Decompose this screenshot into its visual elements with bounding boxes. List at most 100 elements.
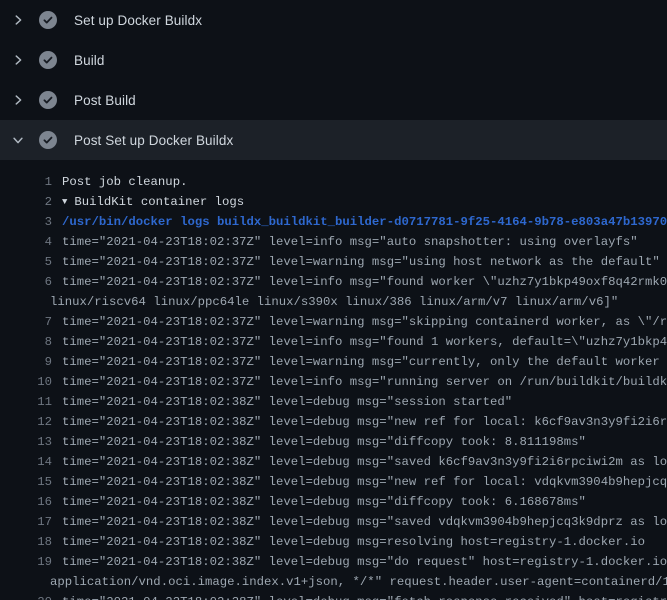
log-text: time="2021-04-23T18:02:38Z" level=debug … [62,555,667,569]
log-text: time="2021-04-23T18:02:37Z" level=info m… [62,335,667,349]
log-text-content: application/vnd.oci.image.index.v1+json,… [50,575,667,589]
log-text: time="2021-04-23T18:02:38Z" level=debug … [62,475,667,489]
line-number[interactable]: 11 [0,392,52,412]
log-text-content: time="2021-04-23T18:02:38Z" level=debug … [62,495,586,509]
log-line: 15 time="2021-04-23T18:02:38Z" level=debu… [0,472,667,492]
step-label: Build [74,53,105,68]
log-line: 13 time="2021-04-23T18:02:38Z" level=debu… [0,432,667,452]
log-line: 9 time="2021-04-23T18:02:37Z" level=warni… [0,352,667,372]
log-text: time="2021-04-23T18:02:38Z" level=debug … [62,535,645,549]
check-circle-icon [39,91,57,109]
line-number[interactable]: 9 [0,352,52,372]
line-number[interactable]: 18 [0,532,52,552]
log-text-content: time="2021-04-23T18:02:38Z" level=debug … [62,435,586,449]
log-text: time="2021-04-23T18:02:37Z" level=info m… [62,275,667,289]
log-line: 12 time="2021-04-23T18:02:38Z" level=debu… [0,412,667,432]
line-number[interactable]: 6 [0,272,52,292]
line-number[interactable]: 13 [0,432,52,452]
log-text: time="2021-04-23T18:02:38Z" level=debug … [62,495,586,509]
line-number[interactable]: 12 [0,412,52,432]
chevron-right-icon[interactable] [10,12,26,28]
log-text-content: linux/riscv64 linux/ppc64le linux/s390x … [50,295,618,309]
line-number[interactable]: 10 [0,372,52,392]
log-text: time="2021-04-23T18:02:37Z" level=warnin… [62,355,667,369]
log-text-content: time="2021-04-23T18:02:38Z" level=debug … [62,555,667,569]
step-row[interactable]: Set up Docker Buildx [0,0,667,40]
log-text: time="2021-04-23T18:02:37Z" level=info m… [62,375,667,389]
check-circle-icon [39,131,57,149]
log-text: linux/riscv64 linux/ppc64le linux/s390x … [50,295,618,309]
log-group-collapse-icon[interactable]: ▼ [62,192,67,212]
chevron-down-icon[interactable] [10,132,26,148]
actions-log-viewer: Set up Docker Buildx Build Post Build Post … [0,0,667,600]
log-line: 20 time="2021-04-23T18:02:38Z" level=debu… [0,592,667,600]
log-text-content: time="2021-04-23T18:02:38Z" level=debug … [62,455,667,469]
log-text-content: time="2021-04-23T18:02:38Z" level=debug … [62,595,667,600]
line-number[interactable]: 20 [0,592,52,600]
step-row[interactable]: Post Set up Docker Buildx [0,120,667,160]
log-text-content: time="2021-04-23T18:02:38Z" level=debug … [62,395,512,409]
log-text: ▼ BuildKit container logs [62,195,244,209]
step-label: Post Set up Docker Buildx [74,133,233,148]
line-number[interactable]: 14 [0,452,52,472]
log-line: 2 ▼ BuildKit container logs [0,192,667,212]
line-number[interactable]: 4 [0,232,52,252]
step-row[interactable]: Build [0,40,667,80]
log-line: 17 time="2021-04-23T18:02:38Z" level=debu… [0,512,667,532]
log-text: /usr/bin/docker logs buildx_buildkit_bui… [62,215,667,229]
log-text: time="2021-04-23T18:02:37Z" level=info m… [62,235,638,249]
line-number[interactable]: 15 [0,472,52,492]
log-text: time="2021-04-23T18:02:38Z" level=debug … [62,595,667,600]
log-text: time="2021-04-23T18:02:38Z" level=debug … [62,395,512,409]
log-view: 1 Post job cleanup. 2 ▼ BuildKit container l… [0,160,667,600]
check-circle-icon [39,11,57,29]
log-text-content: time="2021-04-23T18:02:37Z" level=info m… [62,235,638,249]
log-line-continuation: linux/riscv64 linux/ppc64le linux/s390x … [0,292,667,312]
log-line: 16 time="2021-04-23T18:02:38Z" level=debu… [0,492,667,512]
log-text-content: BuildKit container logs [74,195,244,209]
log-line: 10 time="2021-04-23T18:02:37Z" level=info… [0,372,667,392]
log-line: 3/usr/bin/docker logs buildx_buildkit_bu… [0,212,667,232]
step-label: Set up Docker Buildx [74,13,202,28]
line-number[interactable]: 1 [0,172,52,192]
log-line: 18 time="2021-04-23T18:02:38Z" level=debu… [0,532,667,552]
line-number[interactable]: 8 [0,332,52,352]
step-label: Post Build [74,93,136,108]
log-text: time="2021-04-23T18:02:38Z" level=debug … [62,515,667,529]
log-text-content: time="2021-04-23T18:02:37Z" level=warnin… [62,355,667,369]
log-line: 1 Post job cleanup. [0,172,667,192]
log-text-content: time="2021-04-23T18:02:37Z" level=info m… [62,275,667,289]
line-number[interactable]: 19 [0,552,52,572]
log-text: time="2021-04-23T18:02:38Z" level=debug … [62,455,667,469]
log-line: 19 time="2021-04-23T18:02:38Z" level=debu… [0,552,667,572]
line-number[interactable]: 16 [0,492,52,512]
log-text-content: time="2021-04-23T18:02:37Z" level=warnin… [62,315,667,329]
chevron-right-icon[interactable] [10,92,26,108]
chevron-right-icon[interactable] [10,52,26,68]
log-line: 5 time="2021-04-23T18:02:37Z" level=warni… [0,252,667,272]
line-number[interactable]: 17 [0,512,52,532]
check-circle-icon [39,51,57,69]
line-number[interactable]: 7 [0,312,52,332]
log-line: 8 time="2021-04-23T18:02:37Z" level=info … [0,332,667,352]
line-number[interactable]: 2 [0,192,52,212]
log-text-content: time="2021-04-23T18:02:38Z" level=debug … [62,535,645,549]
log-line: 4 time="2021-04-23T18:02:37Z" level=info … [0,232,667,252]
line-number[interactable]: 3 [0,212,52,232]
step-list: Set up Docker Buildx Build Post Build Post … [0,0,667,160]
log-line-continuation: application/vnd.oci.image.index.v1+json,… [0,572,667,592]
log-text: time="2021-04-23T18:02:37Z" level=warnin… [62,315,667,329]
log-text-content: /usr/bin/docker logs buildx_buildkit_bui… [62,215,667,229]
log-text: time="2021-04-23T18:02:38Z" level=debug … [62,435,586,449]
log-text: time="2021-04-23T18:02:37Z" level=warnin… [62,255,660,269]
step-row[interactable]: Post Build [0,80,667,120]
log-text-content: time="2021-04-23T18:02:37Z" level=info m… [62,375,667,389]
log-line: 7 time="2021-04-23T18:02:37Z" level=warni… [0,312,667,332]
log-text: application/vnd.oci.image.index.v1+json,… [50,575,667,589]
log-text-content: time="2021-04-23T18:02:38Z" level=debug … [62,415,667,429]
log-line: 14 time="2021-04-23T18:02:38Z" level=debu… [0,452,667,472]
log-text-content: Post job cleanup. [62,175,187,189]
log-text-content: time="2021-04-23T18:02:38Z" level=debug … [62,475,667,489]
line-number[interactable]: 5 [0,252,52,272]
log-text-content: time="2021-04-23T18:02:38Z" level=debug … [62,515,667,529]
